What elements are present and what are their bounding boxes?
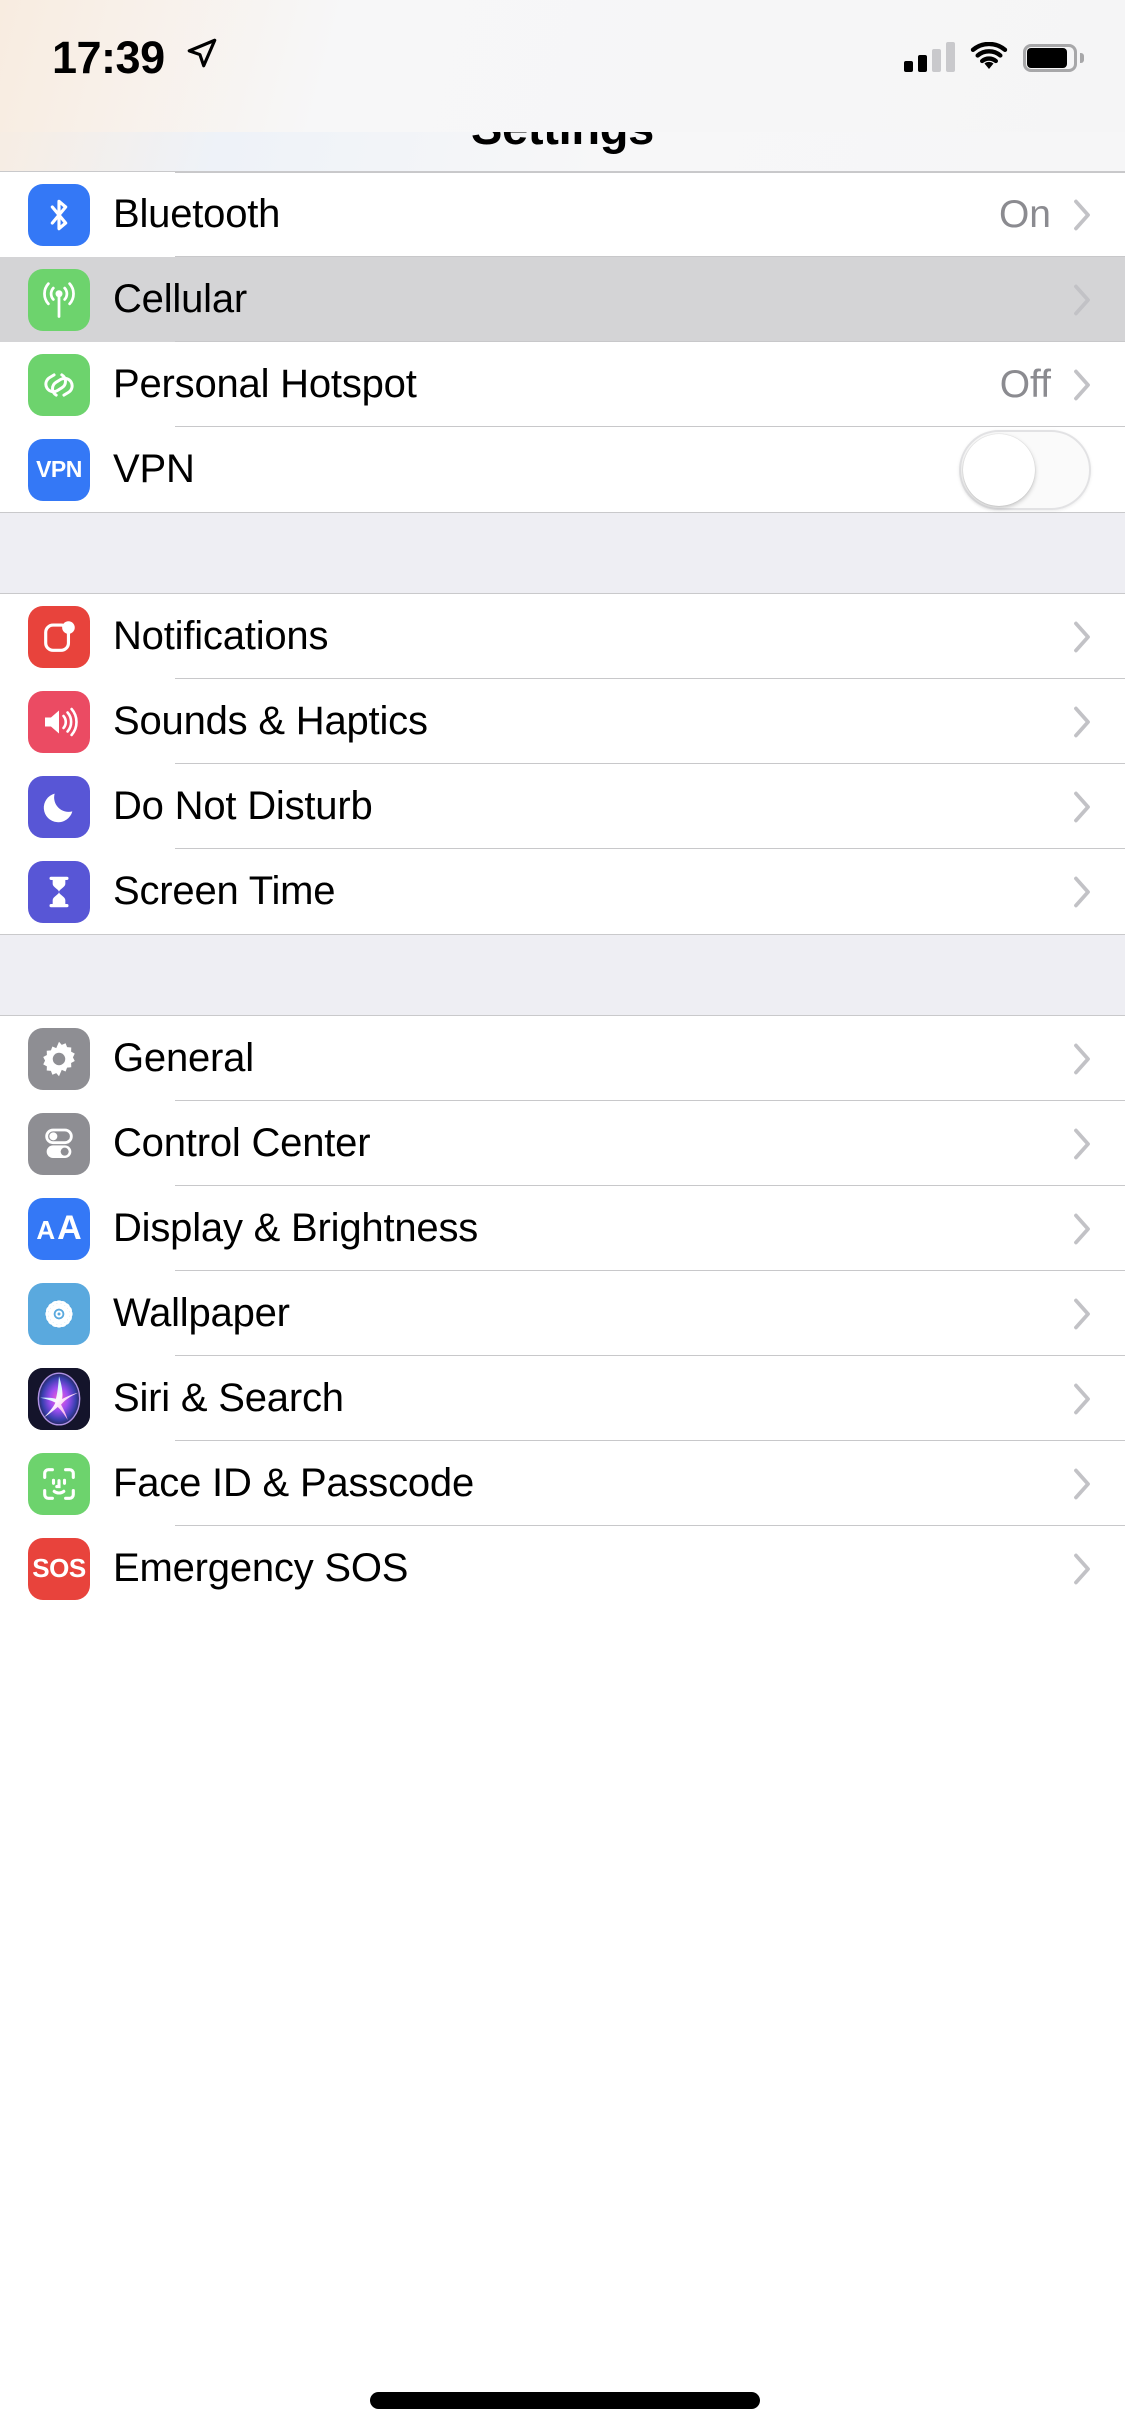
chevron-right-icon xyxy=(1074,791,1090,822)
vpn-toggle[interactable] xyxy=(959,429,1091,510)
row-accessory xyxy=(1073,1553,1125,1585)
row-accessory xyxy=(1073,791,1125,823)
settings-row-screen-time[interactable]: Screen Time xyxy=(0,849,1125,934)
do-not-disturb-icon xyxy=(28,775,90,838)
chevron-right-icon xyxy=(1074,1043,1090,1074)
gear-icon xyxy=(28,1027,90,1090)
settings-row-label: Bluetooth xyxy=(113,192,281,236)
settings-row-label: Notifications xyxy=(113,614,329,658)
settings-section: Notifications Sounds & Haptics Do Not Dist… xyxy=(0,594,1125,934)
bluetooth-icon xyxy=(28,183,90,246)
settings-row-label: Wallpaper xyxy=(113,1291,290,1335)
row-accessory xyxy=(1073,1213,1125,1245)
chevron-right-icon xyxy=(1074,1383,1090,1414)
battery-icon xyxy=(1023,44,1084,72)
settings-row-general[interactable]: General xyxy=(0,1016,1125,1101)
settings-row-vpn[interactable]: VPN VPN xyxy=(0,427,1125,512)
display-brightness-icon: AA xyxy=(28,1197,90,1260)
location-arrow-icon xyxy=(187,38,217,68)
settings-row-wallpaper[interactable]: Wallpaper xyxy=(0,1271,1125,1356)
settings-row-value: On xyxy=(998,192,1051,236)
settings-row-label: Cellular xyxy=(113,277,248,321)
face-id-icon xyxy=(28,1452,90,1515)
settings-row-face-id-passcode[interactable]: Face ID & Passcode xyxy=(0,1441,1125,1526)
chevron-right-icon xyxy=(1074,1468,1090,1499)
settings-row-label: Personal Hotspot xyxy=(113,362,417,406)
settings-row-bluetooth[interactable]: Bluetooth On xyxy=(0,172,1125,257)
status-bar: 17:39 xyxy=(0,0,1125,132)
chevron-right-icon xyxy=(1074,199,1090,230)
settings-row-label: Screen Time xyxy=(113,869,336,913)
wifi-icon xyxy=(970,42,1008,69)
settings-row-label: Do Not Disturb xyxy=(113,784,373,828)
settings-row-label: Sounds & Haptics xyxy=(113,699,428,743)
chevron-right-icon xyxy=(1074,284,1090,315)
settings-row-sounds-haptics[interactable]: Sounds & Haptics xyxy=(0,679,1125,764)
personal-hotspot-icon xyxy=(28,353,90,416)
wallpaper-icon xyxy=(28,1282,90,1345)
row-accessory xyxy=(1073,706,1125,738)
settings-row-personal-hotspot[interactable]: Personal Hotspot Off xyxy=(0,342,1125,427)
settings-row-label: Emergency SOS xyxy=(113,1546,409,1590)
row-accessory: Off xyxy=(1000,363,1125,407)
settings-row-label: General xyxy=(113,1036,254,1080)
settings-row-notifications[interactable]: Notifications xyxy=(0,594,1125,679)
section-gap xyxy=(0,934,1125,1016)
siri-icon xyxy=(28,1367,90,1430)
chevron-right-icon xyxy=(1074,876,1090,907)
settings-row-label: Face ID & Passcode xyxy=(113,1461,475,1505)
row-accessory xyxy=(1073,1468,1125,1500)
emergency-sos-icon: SOS xyxy=(28,1537,90,1600)
settings-section: Bluetooth On Cellular Personal Hotspot Off VP… xyxy=(0,172,1125,512)
toggle-knob xyxy=(963,433,1035,506)
settings-row-emergency-sos[interactable]: SOS Emergency SOS xyxy=(0,1526,1125,1611)
status-bar-time: 17:39 xyxy=(52,32,165,83)
settings-row-label: Siri & Search xyxy=(113,1376,344,1420)
sounds-haptics-icon xyxy=(28,690,90,753)
status-bar-indicators xyxy=(904,34,1084,72)
vpn-icon: VPN xyxy=(28,438,90,501)
settings-list: Bluetooth On Cellular Personal Hotspot Off VP… xyxy=(0,172,1125,1611)
settings-section: General Control Center A A Display & Brightn… xyxy=(0,1016,1125,1611)
chevron-right-icon xyxy=(1074,369,1090,400)
settings-row-control-center[interactable]: Control Center xyxy=(0,1101,1125,1186)
row-accessory xyxy=(1073,1043,1125,1075)
cellular-signal-icon xyxy=(904,42,955,72)
row-accessory xyxy=(1073,1383,1125,1415)
chevron-right-icon xyxy=(1074,1298,1090,1329)
row-accessory xyxy=(1073,1298,1125,1330)
settings-row-siri-search[interactable]: Siri & Search xyxy=(0,1356,1125,1441)
cellular-antenna-icon xyxy=(28,268,90,331)
row-accessory xyxy=(1073,1128,1125,1160)
settings-screen: Settings 17:39 BluetoothOnCellularPe xyxy=(0,0,1125,2436)
settings-row-label: VPN xyxy=(113,447,195,491)
control-center-icon xyxy=(28,1112,90,1175)
row-accessory: On xyxy=(999,193,1125,237)
row-accessory xyxy=(1073,621,1125,653)
notifications-icon xyxy=(28,605,90,668)
section-gap xyxy=(0,512,1125,594)
settings-row-label: Display & Brightness xyxy=(113,1206,479,1250)
settings-row-cellular[interactable]: Cellular xyxy=(0,257,1125,342)
settings-row-label: Control Center xyxy=(113,1121,371,1165)
chevron-right-icon xyxy=(1074,1128,1090,1159)
settings-row-display-brightness[interactable]: A A Display & Brightness xyxy=(0,1186,1125,1271)
row-accessory xyxy=(1073,284,1125,316)
chevron-right-icon xyxy=(1074,1553,1090,1584)
home-indicator[interactable] xyxy=(370,2392,760,2409)
settings-row-value: Off xyxy=(999,362,1051,406)
row-accessory xyxy=(959,429,1125,510)
chevron-right-icon xyxy=(1074,621,1090,652)
screen-time-icon xyxy=(28,860,90,923)
row-accessory xyxy=(1073,876,1125,908)
chevron-right-icon xyxy=(1074,706,1090,737)
chevron-right-icon xyxy=(1074,1213,1090,1244)
settings-row-do-not-disturb[interactable]: Do Not Disturb xyxy=(0,764,1125,849)
